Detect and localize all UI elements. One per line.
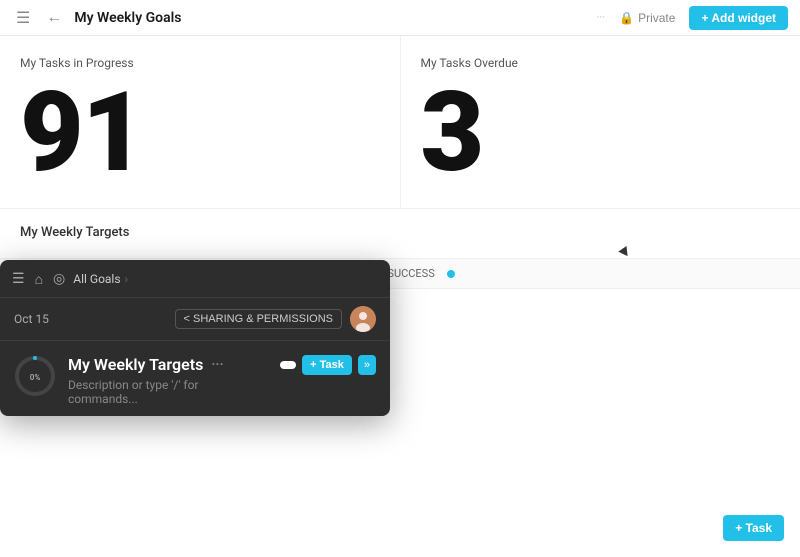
- lock-icon: 🔒: [619, 11, 634, 25]
- popup-title: My Weekly Targets ···: [68, 355, 268, 374]
- popup-white-button[interactable]: [280, 361, 296, 369]
- breadcrumb-dots: ···: [597, 11, 606, 24]
- popup-menu-button[interactable]: ☰: [10, 268, 27, 289]
- filter-active-dot: [447, 270, 455, 278]
- menu-button[interactable]: ☰: [12, 6, 34, 30]
- back-button[interactable]: ←: [42, 7, 66, 29]
- stat-card-overdue: My Tasks Overdue 3: [401, 36, 800, 208]
- top-bar: ☰ ← My Weekly Goals ··· 🔒 Private + Add …: [0, 0, 800, 36]
- popup-avatar: [350, 306, 376, 332]
- popup-more-dots[interactable]: ···: [211, 357, 223, 373]
- private-button[interactable]: 🔒 Private: [613, 9, 681, 27]
- popup-title-text: My Weekly Targets: [68, 355, 203, 374]
- popup-actions: + Task »: [280, 355, 376, 375]
- stat-number-in-progress: 91: [20, 78, 380, 188]
- section-title: My Weekly Targets: [20, 225, 780, 240]
- progress-circle: 0%: [14, 355, 56, 397]
- private-label: Private: [638, 11, 675, 25]
- popup-top-bar: ☰ ⌂ ◎ All Goals ›: [0, 260, 390, 298]
- popup-overlay: ☰ ⌂ ◎ All Goals › Oct 15 < SHARING & PER…: [0, 260, 390, 416]
- popup-home-button[interactable]: ⌂: [33, 269, 45, 289]
- bottom-add-task-button[interactable]: + Task: [723, 515, 784, 541]
- breadcrumb-sep: ›: [125, 272, 129, 286]
- page-title: My Weekly Goals: [74, 10, 181, 26]
- svg-text:0%: 0%: [30, 373, 41, 382]
- stat-number-overdue: 3: [421, 78, 781, 188]
- top-bar-right: ··· 🔒 Private + Add widget: [597, 6, 789, 30]
- filter-success[interactable]: SUCCESS: [383, 265, 438, 282]
- progress-circle-container: 0%: [14, 355, 56, 397]
- weekly-targets-section: My Weekly Targets: [0, 208, 800, 258]
- add-widget-button[interactable]: + Add widget: [689, 6, 788, 30]
- popup-description: Description or type '/' for commands...: [68, 378, 268, 406]
- popup-task-button[interactable]: + Task: [302, 355, 352, 375]
- stats-row: My Tasks in Progress 91 My Tasks Overdue…: [0, 36, 800, 208]
- popup-date: Oct 15: [14, 312, 49, 326]
- popup-date-bar: Oct 15 < SHARING & PERMISSIONS: [0, 298, 390, 341]
- popup-title-area: My Weekly Targets ··· Description or typ…: [68, 355, 268, 406]
- top-bar-left: ☰ ← My Weekly Goals: [12, 6, 181, 30]
- breadcrumb-root[interactable]: All Goals: [73, 272, 120, 286]
- stat-card-in-progress: My Tasks in Progress 91: [0, 36, 401, 208]
- popup-breadcrumb: All Goals ›: [73, 272, 128, 286]
- popup-more-button[interactable]: »: [358, 355, 376, 375]
- popup-target-button[interactable]: ◎: [51, 268, 67, 289]
- popup-share-button[interactable]: < SHARING & PERMISSIONS: [175, 309, 342, 329]
- popup-body: 0% My Weekly Targets ··· Description or …: [0, 341, 390, 416]
- success-label: SUCCESS: [387, 267, 434, 280]
